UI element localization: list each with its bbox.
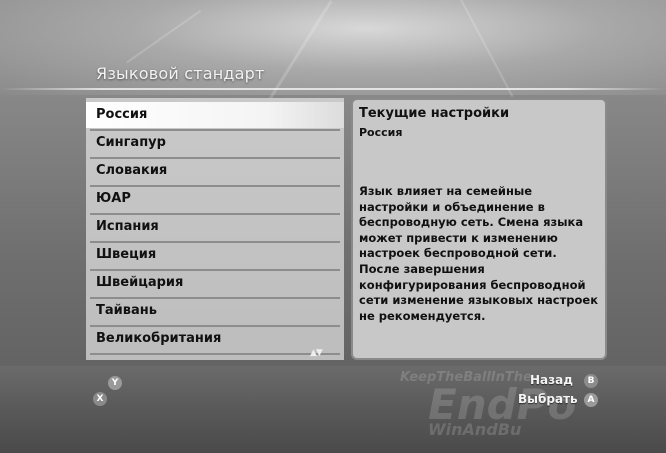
- x-button-icon[interactable]: X: [93, 392, 107, 406]
- info-panel: Текущие настройки Россия Язык влияет на …: [351, 98, 607, 360]
- list-item-switzerland[interactable]: Швейцария: [86, 270, 344, 296]
- list-item-sweden[interactable]: Швеция: [86, 242, 344, 268]
- select-label[interactable]: Выбрать: [518, 392, 578, 406]
- divider: [90, 353, 340, 355]
- list-item-taiwan[interactable]: Тайвань: [86, 298, 344, 324]
- list-item-uk[interactable]: Великобритания: [86, 326, 344, 352]
- scroll-indicator-icon[interactable]: ▲▼: [310, 348, 323, 358]
- list-item-slovakia[interactable]: Словакия: [86, 158, 344, 184]
- back-label[interactable]: Назад: [530, 373, 573, 387]
- page-title: Языковой стандарт: [96, 64, 265, 83]
- b-button-icon[interactable]: B: [584, 374, 598, 388]
- list-item-south-africa[interactable]: ЮАР: [86, 186, 344, 212]
- info-title: Текущие настройки: [359, 106, 510, 121]
- list-item-spain[interactable]: Испания: [86, 214, 344, 240]
- a-button-icon[interactable]: A: [584, 393, 598, 407]
- current-setting-value: Россия: [359, 126, 403, 139]
- info-description: Язык влияет на семейные настройки и объе…: [359, 184, 599, 323]
- dashboard-screen: Языковой стандарт Россия Сингапур Словак…: [0, 0, 666, 453]
- list-item-russia[interactable]: Россия: [86, 102, 344, 128]
- y-button-icon[interactable]: Y: [108, 376, 122, 390]
- list-item-singapore[interactable]: Сингапур: [86, 130, 344, 156]
- background-watermark: WinAndBu: [428, 420, 522, 439]
- region-list: Россия Сингапур Словакия ЮАР Испания Шве…: [86, 98, 344, 360]
- title-divider: [0, 88, 666, 90]
